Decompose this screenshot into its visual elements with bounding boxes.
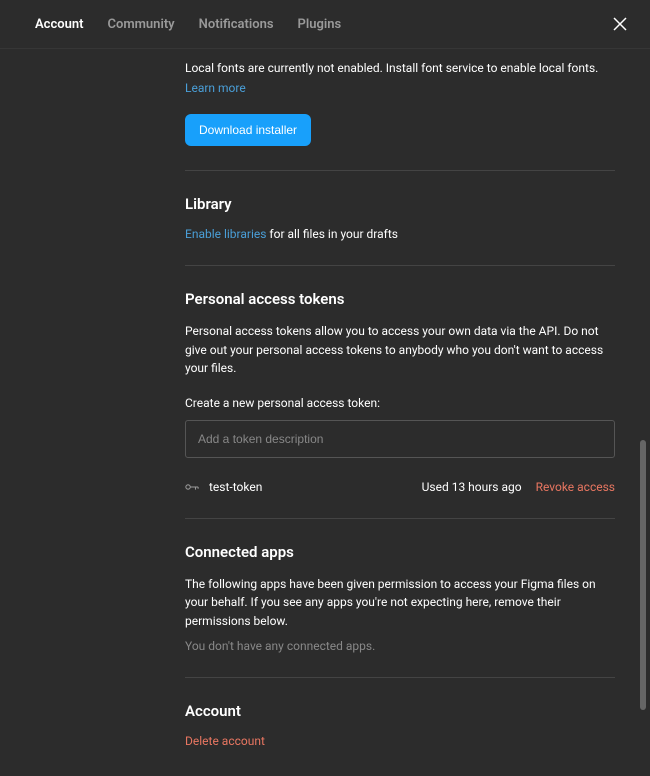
library-section: Library Enable libraries for all files i…: [185, 170, 615, 241]
token-left: test-token: [185, 480, 262, 494]
token-row: test-token Used 13 hours ago Revoke acce…: [185, 480, 615, 494]
tab-plugins[interactable]: Plugins: [298, 17, 342, 32]
tab-account[interactable]: Account: [35, 17, 83, 32]
delete-account-link[interactable]: Delete account: [185, 734, 615, 748]
learn-more-link[interactable]: Learn more: [185, 81, 246, 95]
library-suffix: for all files in your drafts: [266, 227, 398, 241]
close-icon: [613, 17, 627, 31]
account-title: Account: [185, 702, 615, 720]
tab-community[interactable]: Community: [107, 17, 174, 32]
connected-apps-description: The following apps have been given permi…: [185, 575, 615, 631]
key-icon: [185, 482, 199, 492]
connected-apps-empty: You don't have any connected apps.: [185, 639, 615, 653]
tabs: Account Community Notifications Plugins: [35, 17, 341, 32]
connected-apps-section: Connected apps The following apps have b…: [185, 518, 615, 653]
connected-apps-title: Connected apps: [185, 543, 615, 561]
library-text: Enable libraries for all files in your d…: [185, 227, 615, 241]
close-button[interactable]: [610, 14, 630, 34]
token-input-wrap: [185, 420, 615, 458]
token-used-time: Used 13 hours ago: [422, 480, 522, 494]
account-section: Account Delete account: [185, 677, 615, 748]
revoke-access-link[interactable]: Revoke access: [536, 480, 615, 494]
settings-content: Local fonts are currently not enabled. I…: [0, 49, 650, 775]
token-description-input[interactable]: [186, 421, 614, 457]
tokens-description: Personal access tokens allow you to acce…: [185, 322, 615, 378]
tokens-title: Personal access tokens: [185, 290, 615, 308]
enable-libraries-link[interactable]: Enable libraries: [185, 227, 266, 241]
fonts-description: Local fonts are currently not enabled. I…: [185, 59, 615, 77]
scrollbar-thumb[interactable]: [640, 440, 646, 710]
download-installer-button[interactable]: Download installer: [185, 114, 311, 146]
tab-notifications[interactable]: Notifications: [199, 17, 274, 32]
token-name: test-token: [209, 480, 262, 494]
library-title: Library: [185, 195, 615, 213]
token-right: Used 13 hours ago Revoke access: [422, 480, 615, 494]
create-token-label: Create a new personal access token:: [185, 396, 615, 410]
tokens-section: Personal access tokens Personal access t…: [185, 265, 615, 494]
